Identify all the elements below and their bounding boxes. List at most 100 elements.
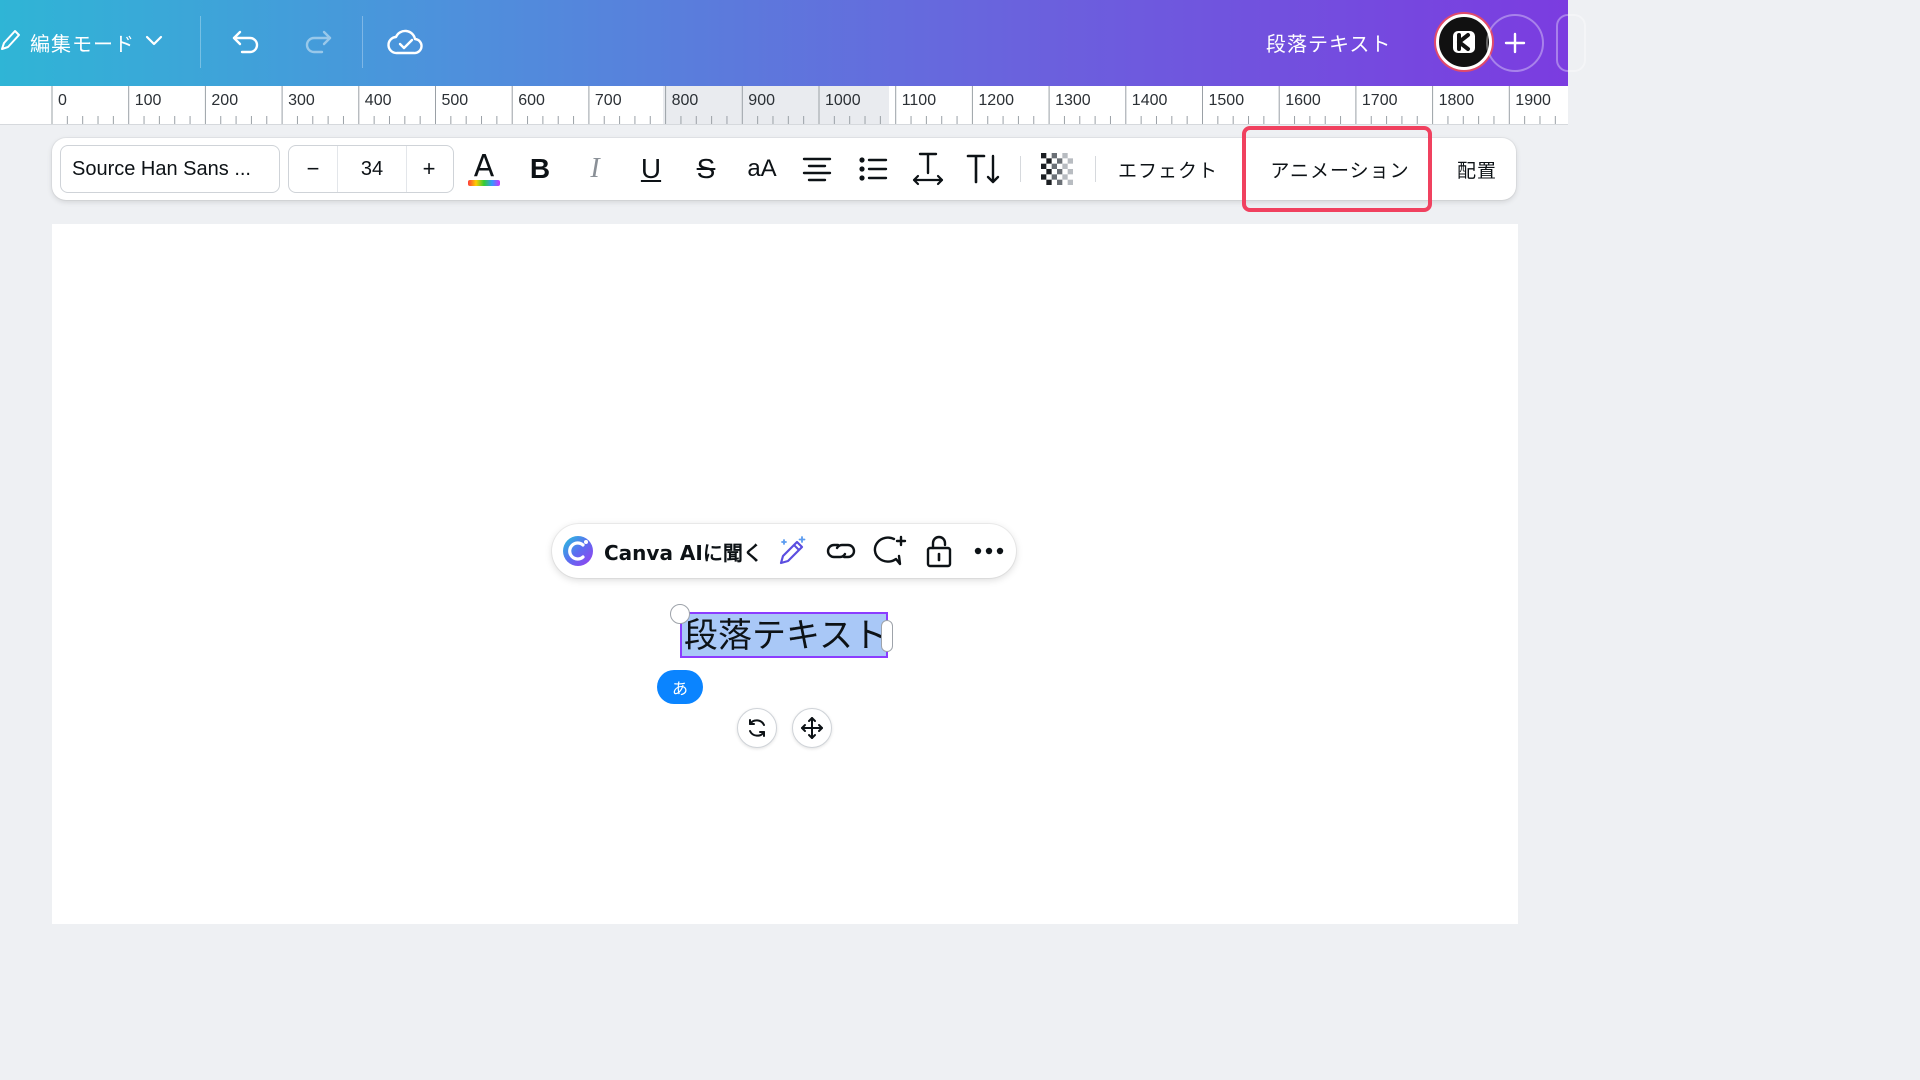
top-header: 編集モード 段落テキスト	[0, 0, 1586, 86]
ruler-tick-label: 1900	[1515, 92, 1551, 109]
header-divider	[362, 16, 363, 68]
undo-icon	[232, 30, 259, 54]
checker-cell	[1041, 163, 1047, 169]
ruler-tick-label: 300	[288, 92, 315, 109]
checker-cell	[1067, 158, 1073, 164]
checker-cell	[1041, 153, 1047, 159]
text-align-button[interactable]	[793, 145, 841, 193]
selected-text-element[interactable]: 段落テキスト	[680, 612, 888, 658]
magic-write-button[interactable]	[770, 529, 814, 573]
transparency-button[interactable]	[1033, 145, 1081, 193]
resize-handle[interactable]	[881, 620, 893, 652]
header-divider	[200, 16, 201, 68]
rotate-icon	[749, 719, 765, 737]
checker-cell	[1057, 169, 1063, 175]
rotate-button[interactable]	[737, 708, 777, 748]
canva-ai-icon	[563, 536, 593, 566]
ruler-tick-label: 1700	[1361, 92, 1398, 109]
checker-cell	[1062, 153, 1068, 159]
ruler-tick-label: 600	[518, 92, 545, 109]
ruler-tick-label: 900	[748, 92, 775, 109]
checker-cell	[1041, 174, 1047, 180]
move-button[interactable]	[792, 708, 832, 748]
ruler-tick-label: 1600	[1285, 92, 1321, 109]
ime-indicator-badge: あ	[657, 670, 703, 704]
more-options-button[interactable]	[967, 529, 1011, 573]
position-button[interactable]: 配置	[1444, 145, 1510, 193]
avatar[interactable]	[1436, 14, 1492, 70]
strikethrough-button[interactable]: S	[682, 145, 730, 193]
plus-icon	[1504, 32, 1526, 54]
redo-icon	[305, 30, 332, 54]
text-color-button[interactable]: A	[460, 145, 508, 193]
checker-cell	[1046, 169, 1052, 175]
ruler-tick-label: 1200	[978, 92, 1014, 109]
text-color-icon: A	[468, 149, 500, 186]
magic-pencil-icon	[779, 536, 806, 565]
checker-cell	[1057, 158, 1063, 164]
ruler-tick-label: 1300	[1055, 92, 1091, 109]
horizontal-ruler: 0 100 200 300 400 500 600 700 800 900 1000 1100 1200…	[0, 86, 1568, 125]
chevron-down-icon	[143, 29, 165, 55]
checker-cell	[1046, 158, 1052, 164]
letter-spacing-button[interactable]	[904, 145, 952, 193]
unlock-icon	[926, 535, 952, 568]
font-size-input[interactable]: 34	[337, 146, 407, 192]
checker-cell	[1057, 179, 1063, 185]
paragraph-text[interactable]: 段落テキスト	[684, 616, 887, 656]
bold-button[interactable]: B	[516, 145, 564, 193]
animation-highlight-annotation	[1242, 126, 1432, 212]
checker-cell	[1067, 179, 1073, 185]
transparency-checker-icon	[1041, 153, 1073, 185]
ruler-tick-label: 800	[671, 92, 699, 109]
more-horizontal-icon	[974, 547, 1004, 555]
vertical-text-button[interactable]	[960, 145, 1008, 193]
toolbar-divider	[1095, 156, 1096, 182]
checker-cell	[1051, 163, 1057, 169]
cloud-save-button[interactable]	[384, 20, 428, 64]
increase-font-size-button[interactable]: +	[405, 146, 453, 192]
font-family-select[interactable]: Source Han Sans ...	[60, 145, 280, 193]
lock-button[interactable]	[917, 529, 961, 573]
italic-button[interactable]: I	[571, 145, 619, 193]
pencil-icon	[0, 27, 22, 57]
link-button[interactable]	[819, 529, 863, 573]
vertical-text-icon	[966, 154, 1000, 184]
ruler-tick-label: 1000	[825, 92, 861, 109]
comment-plus-icon	[873, 535, 907, 566]
decrease-font-size-button[interactable]: −	[289, 146, 337, 192]
underline-button[interactable]: U	[627, 145, 675, 193]
ruler-tick-label: 200	[211, 92, 239, 109]
add-collaborator-button[interactable]	[1486, 14, 1544, 72]
align-center-icon	[802, 157, 832, 182]
ruler-tick-label: 700	[594, 92, 622, 109]
checker-cell	[1062, 163, 1068, 169]
selection-corner-handle[interactable]	[670, 604, 690, 624]
letter-case-button[interactable]: aA	[738, 145, 786, 193]
undo-button[interactable]	[224, 20, 268, 64]
checker-cell	[1046, 179, 1052, 185]
bullet-list-button[interactable]	[849, 145, 897, 193]
share-button[interactable]	[1556, 14, 1586, 72]
move-arrows-icon	[801, 717, 823, 739]
ask-canva-ai-button[interactable]: Canva AIに聞く	[562, 532, 763, 570]
user-logo-icon	[1453, 31, 1475, 53]
redo-button[interactable]	[296, 20, 340, 64]
checker-cell	[1062, 174, 1068, 180]
edit-mode-dropdown[interactable]: 編集モード	[0, 24, 165, 60]
ruler-tick-label: 500	[441, 92, 469, 109]
ruler-tick-label: 1800	[1438, 92, 1475, 109]
effects-button[interactable]: エフェクト	[1110, 145, 1226, 193]
add-comment-button[interactable]	[868, 529, 912, 573]
text-color-glyph: A	[474, 149, 495, 184]
letter-spacing-icon	[912, 152, 944, 186]
element-context-toolbar: Canva AIに聞く	[552, 524, 1016, 578]
cloud-check-icon	[387, 29, 423, 55]
bullet-list-icon	[859, 157, 888, 181]
ruler-tick-label: 1500	[1208, 92, 1245, 109]
document-title[interactable]: 段落テキスト	[1266, 28, 1391, 57]
ruler-tick-label: 0	[58, 92, 67, 109]
edit-mode-label: 編集モード	[30, 31, 135, 56]
ruler-tick-label: 1100	[901, 92, 937, 109]
checker-cell	[1051, 153, 1057, 159]
